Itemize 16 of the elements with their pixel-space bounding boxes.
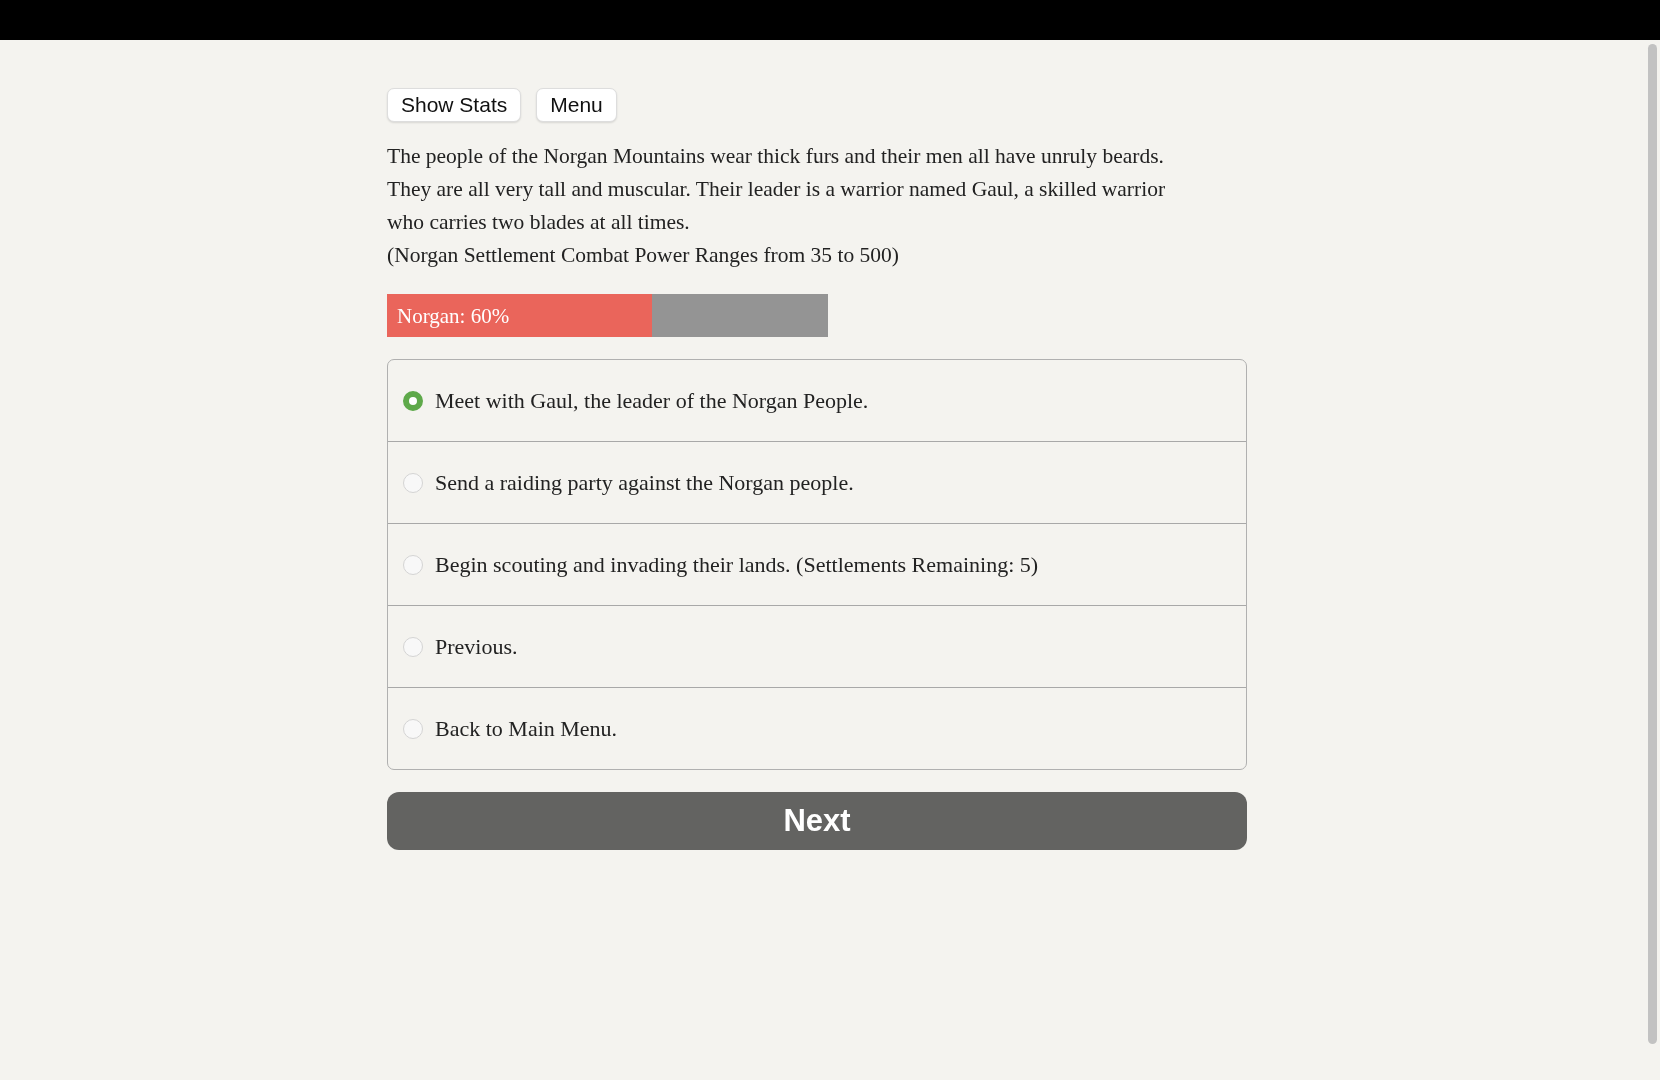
choice-label[interactable]: Send a raiding party against the Norgan people.: [435, 469, 854, 496]
radio-button[interactable]: [403, 390, 423, 411]
scrollbar[interactable]: [1648, 44, 1657, 1044]
description-text: The people of the Norgan Mountains wear thick furs and their men all have unruly beards. They are all very tall and muscular. Their leader is a warrior named Gaul, a skilled warrior who carries two blades at all times. (Norgan Settlement Combat Power Ranges from 35 to 500): [387, 143, 1167, 269]
choice-label[interactable]: Begin scouting and invading their lands. (Settlements Remaining: 5): [435, 551, 1039, 578]
progress-label: Norgan: 60%: [397, 303, 510, 328]
radio-button[interactable]: [403, 472, 423, 493]
menu-button[interactable]: Menu: [536, 88, 617, 122]
choice-label[interactable]: Previous.: [435, 633, 518, 660]
choice-label[interactable]: Back to Main Menu.: [435, 715, 618, 742]
choice-label[interactable]: Meet with Gaul, the leader of the Norgan People.: [435, 387, 869, 414]
radio-button[interactable]: [403, 718, 423, 739]
next-button[interactable]: Next: [387, 792, 1247, 850]
show-stats-button[interactable]: Show Stats: [387, 88, 522, 122]
radio-button[interactable]: [403, 554, 423, 575]
radio-button[interactable]: [403, 636, 423, 657]
